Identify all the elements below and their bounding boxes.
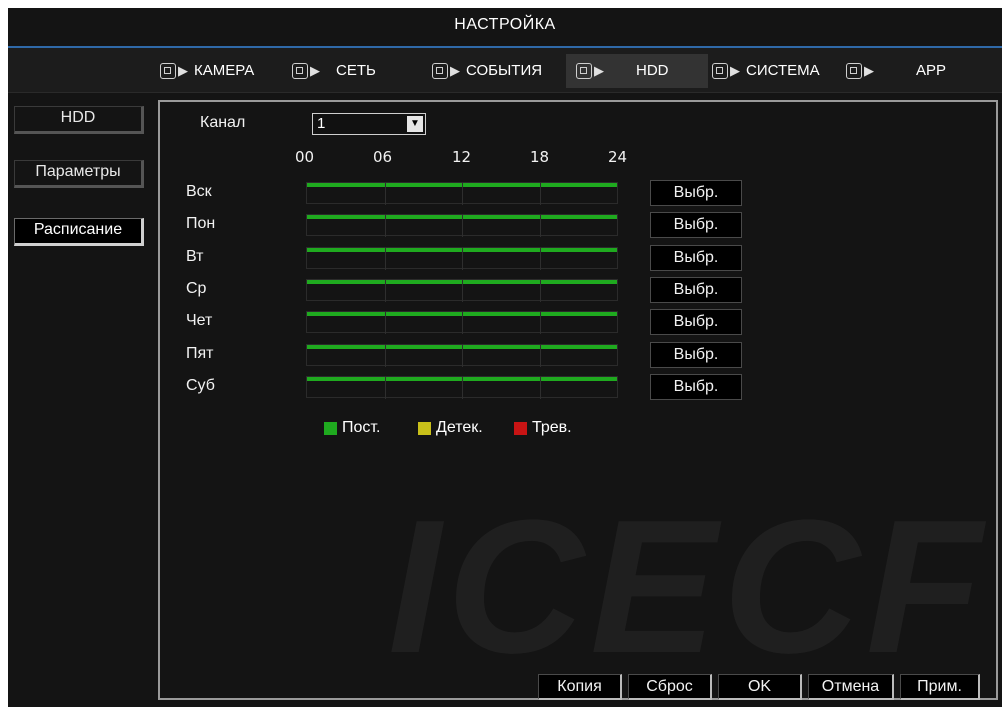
hour-tick: [539, 345, 541, 367]
tab-label: СИСТЕМА: [746, 62, 820, 79]
network-icon: [292, 63, 308, 79]
hour-tick: [384, 183, 386, 205]
hour-tick: [462, 312, 463, 334]
hour-tick: [539, 280, 541, 302]
select-day-button[interactable]: Выбр.: [650, 374, 742, 400]
hour-tick: [384, 280, 386, 302]
tab-network[interactable]: ▶ СЕТЬ: [292, 59, 376, 83]
legend-swatch: [324, 421, 337, 435]
schedule-bar[interactable]: [306, 247, 618, 270]
tab-label: КАМЕРА: [194, 62, 255, 79]
day-label: Пят: [186, 345, 214, 362]
tab-label: HDD: [636, 62, 669, 79]
tab-label: APP: [916, 62, 947, 79]
arrow-right-icon: ▶: [310, 63, 320, 78]
channel-select[interactable]: 1 ▼: [312, 113, 426, 135]
hour-label: 00: [295, 148, 315, 166]
copy-button[interactable]: Копия: [538, 674, 622, 700]
hour-tick: [384, 377, 386, 399]
day-label: Вт: [186, 248, 204, 265]
page-title: НАСТРОЙКА: [454, 16, 556, 33]
tab-bar: ▶ КАМЕРА ▶ СЕТЬ ▶ СОБЫТИЯ ▶ HDD ▶ СИСТЕМ…: [8, 48, 1002, 93]
camera-icon: [160, 63, 176, 79]
tab-hdd[interactable]: ▶ HDD: [566, 54, 708, 88]
hour-tick: [462, 280, 463, 302]
day-label: Ср: [186, 280, 207, 297]
sidebar-item-hdd[interactable]: HDD: [14, 106, 144, 134]
system-icon: [712, 63, 728, 79]
events-icon: [432, 63, 448, 79]
arrow-right-icon: ▶: [730, 63, 740, 78]
hour-tick: [462, 248, 463, 270]
sidebar-item-schedule[interactable]: Расписание: [14, 218, 144, 246]
day-label: Вск: [186, 183, 212, 200]
sidebar-item-parameters[interactable]: Параметры: [14, 160, 144, 188]
schedule-bar[interactable]: [306, 214, 618, 237]
select-day-button[interactable]: Выбр.: [650, 277, 742, 303]
schedule-bar[interactable]: [306, 376, 618, 399]
legend-label: Трев.: [532, 419, 572, 436]
hour-tick: [539, 377, 541, 399]
select-day-button[interactable]: Выбр.: [650, 212, 742, 238]
hour-label: 06: [373, 148, 393, 166]
tab-label: СЕТЬ: [336, 62, 376, 79]
hour-label: 24: [608, 148, 628, 166]
legend-item: Трев.: [514, 419, 572, 437]
hour-tick: [384, 215, 386, 237]
hdd-icon: [576, 63, 592, 79]
setup-window: НАСТРОЙКА ▶ КАМЕРА ▶ СЕТЬ ▶ СОБЫТИЯ ▶ HD…: [8, 8, 1002, 707]
arrow-right-icon: ▶: [450, 63, 460, 78]
legend-label: Пост.: [342, 419, 381, 436]
select-day-button[interactable]: Выбр.: [650, 245, 742, 271]
legend-item: Детек.: [418, 419, 483, 437]
day-label: Чет: [186, 312, 213, 329]
hour-tick: [384, 345, 386, 367]
schedule-bar[interactable]: [306, 344, 618, 367]
arrow-right-icon: ▶: [178, 63, 188, 78]
apply-button[interactable]: Прим.: [900, 674, 980, 700]
channel-label: Канал: [200, 114, 246, 131]
tab-events[interactable]: ▶ СОБЫТИЯ: [432, 59, 542, 83]
select-day-button[interactable]: Выбр.: [650, 342, 742, 368]
title-bar: НАСТРОЙКА: [8, 8, 1002, 48]
app-icon: [846, 63, 862, 79]
cancel-button[interactable]: Отмена: [808, 674, 894, 700]
tab-app[interactable]: ▶ APP: [846, 59, 946, 83]
hour-label: 18: [530, 148, 550, 166]
legend-label: Детек.: [436, 419, 483, 436]
schedule-bar[interactable]: [306, 311, 618, 334]
hour-tick: [462, 345, 463, 367]
hour-tick: [384, 248, 386, 270]
hour-tick: [462, 377, 463, 399]
hour-tick: [539, 215, 541, 237]
schedule-panel: Канал 1 ▼ 00 06 12 18 24 Вск Выбр. Пон Выбр…: [158, 100, 998, 700]
tab-label: СОБЫТИЯ: [466, 62, 543, 79]
arrow-right-icon: ▶: [864, 63, 874, 78]
legend-swatch: [514, 421, 527, 435]
ok-button[interactable]: OK: [718, 674, 802, 700]
channel-value: 1: [317, 115, 326, 132]
arrow-right-icon: ▶: [594, 63, 604, 78]
legend-swatch: [418, 421, 431, 435]
tab-system[interactable]: ▶ СИСТЕМА: [712, 59, 820, 83]
select-day-button[interactable]: Выбр.: [650, 180, 742, 206]
hour-tick: [462, 215, 463, 237]
hour-tick: [539, 183, 541, 205]
reset-button[interactable]: Сброс: [628, 674, 712, 700]
schedule-bar[interactable]: [306, 182, 618, 205]
hour-tick: [462, 183, 463, 205]
hour-tick: [539, 312, 541, 334]
chevron-down-icon: ▼: [407, 116, 423, 132]
day-label: Пон: [186, 215, 216, 232]
hour-tick: [384, 312, 386, 334]
hour-label: 12: [452, 148, 472, 166]
day-label: Суб: [186, 377, 215, 394]
schedule-bar[interactable]: [306, 279, 618, 302]
hour-tick: [539, 248, 541, 270]
legend-item: Пост.: [324, 419, 380, 437]
select-day-button[interactable]: Выбр.: [650, 309, 742, 335]
tab-camera[interactable]: ▶ КАМЕРА: [160, 59, 254, 83]
